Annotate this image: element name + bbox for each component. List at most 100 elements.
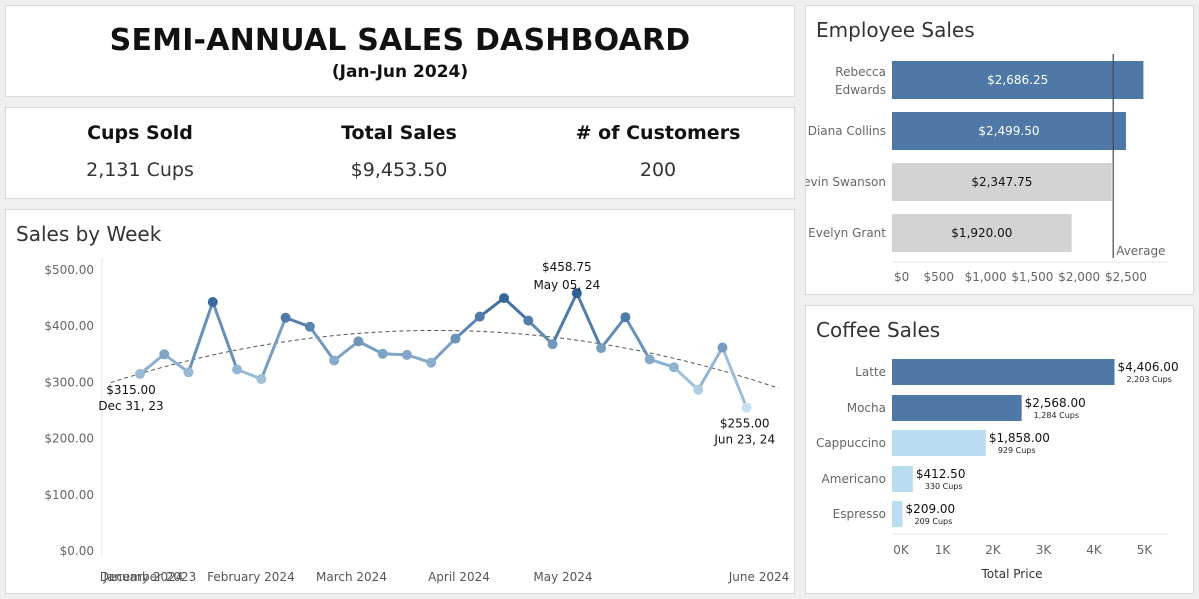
kpi-value: $9,453.50 — [350, 159, 448, 181]
annotation-value: $315.00 — [106, 383, 156, 397]
coffee-name: Americano — [822, 472, 886, 486]
data-point — [474, 311, 485, 322]
coffee-name: Mocha — [847, 401, 886, 415]
employee-bar-label: $2,686.25 — [987, 73, 1048, 87]
coffee-name: Latte — [855, 365, 886, 379]
employee-sales-panel: Employee Sales $2,686.25 Rebecca Edwards $2… — [805, 5, 1194, 295]
coffee-sales-chart: Latte $4,406.002,203 Cups Mocha $2,568.001,… — [816, 359, 1179, 581]
line-segment — [551, 291, 579, 346]
employee-bar-label: $2,347.75 — [971, 175, 1032, 189]
coffee-sales-panel: Coffee Sales Latte $4,406.00 2,203 Cups Moc… — [805, 305, 1194, 594]
coffee-cups-label: 2,203 Cups — [1127, 375, 1172, 384]
line-segment — [187, 300, 215, 374]
data-point — [207, 297, 218, 308]
line-segment — [259, 316, 288, 381]
x-month-label: June 2024 — [728, 570, 790, 584]
employee-name: Rebecca — [835, 65, 886, 79]
line-segment — [429, 337, 457, 365]
kpi-label: Cups Sold — [87, 122, 193, 144]
dashboard-title: SEMI-ANNUAL SALES DASHBOARD — [109, 23, 691, 58]
data-point — [644, 354, 655, 365]
y-tick-label: $500.00 — [44, 263, 94, 277]
y-tick-label: $200.00 — [44, 432, 94, 446]
data-point — [377, 348, 388, 359]
coffee-cups-label: 209 Cups — [915, 517, 953, 526]
line-segment — [526, 319, 555, 346]
line-segment — [211, 300, 239, 371]
x-tick-label: $2,000 — [1058, 270, 1100, 284]
x-axis-title: Total Price — [980, 567, 1042, 581]
data-point — [717, 342, 728, 353]
coffee-bar — [892, 395, 1022, 421]
kpi-label: # of Customers — [575, 122, 741, 144]
annotation-date: Jun 23, 24 — [713, 433, 775, 447]
data-point — [280, 312, 291, 323]
x-tick-label: 3K — [1036, 543, 1053, 557]
kpi-cups-sold: Cups Sold 2,131 Cups — [10, 122, 270, 181]
data-point — [426, 357, 437, 368]
data-point — [523, 315, 534, 326]
x-tick-label: 0K — [893, 543, 910, 557]
data-point — [159, 349, 170, 360]
kpi-panel: Cups Sold 2,131 Cups Total Sales $9,453.… — [5, 107, 795, 199]
x-tick-label: 2K — [985, 543, 1002, 557]
coffee-cups-label: 330 Cups — [925, 482, 963, 491]
data-point — [304, 321, 315, 332]
kpi-total-sales: Total Sales $9,453.50 — [269, 122, 529, 181]
employee-name: Evelyn Grant — [808, 226, 886, 240]
sales-by-week-chart: $0.00 $100.00 $200.00 $300.00 $400.00 $500.00… — [44, 258, 790, 584]
x-month-label: March 2024 — [316, 570, 387, 584]
employee-bar-label: $1,920.00 — [951, 226, 1012, 240]
coffee-value-label: $209.00 — [906, 502, 956, 516]
employee-bar-label: $2,499.50 — [978, 124, 1039, 138]
kpi-customers: # of Customers 200 — [528, 122, 788, 181]
coffee-name: Cappuccino — [816, 436, 886, 450]
x-tick-label: $1,000 — [965, 270, 1007, 284]
coffee-bar — [892, 359, 1115, 385]
kpi-value: 2,131 Cups — [86, 159, 194, 181]
data-point — [353, 336, 364, 347]
y-tick-label: $100.00 — [44, 488, 94, 502]
data-point — [499, 293, 510, 304]
coffee-bar — [892, 466, 913, 492]
x-tick-label: 4K — [1086, 543, 1103, 557]
coffee-value-label: $2,568.00 — [1025, 396, 1086, 410]
x-month-label: February 2024 — [207, 570, 295, 584]
y-tick-label: $400.00 — [44, 319, 94, 333]
coffee-value-label: $1,858.00 — [989, 431, 1050, 445]
annotation-value: $458.75 — [542, 260, 592, 274]
x-tick-label: $500 — [924, 270, 955, 284]
sales-by-week-panel: Sales by Week $0.00 $100.00 $200.00 $300.00… — [5, 209, 795, 594]
kpi-label: Total Sales — [341, 122, 457, 144]
data-point — [741, 402, 752, 413]
employee-name: Edwards — [835, 83, 886, 97]
kpi-value: 200 — [639, 159, 677, 181]
data-point — [183, 367, 194, 378]
x-tick-label: $0 — [894, 270, 909, 284]
data-point — [547, 339, 558, 350]
line-segment — [696, 346, 724, 392]
data-point — [693, 384, 704, 395]
x-tick-label: 1K — [935, 543, 952, 557]
x-tick-label: $1,500 — [1011, 270, 1053, 284]
data-point — [450, 333, 461, 344]
annotation-date: May 05, 24 — [533, 278, 600, 292]
x-tick-label: $2,500 — [1105, 270, 1147, 284]
x-month-label: April 2024 — [428, 570, 490, 584]
line-segment — [623, 315, 652, 361]
coffee-name: Espresso — [833, 507, 886, 521]
trend-line — [110, 330, 779, 389]
data-point — [596, 343, 607, 354]
line-segment — [720, 346, 749, 410]
coffee-value-label: $412.50 — [916, 467, 966, 481]
line-segment — [599, 315, 627, 350]
average-label: Average — [1116, 244, 1165, 258]
employee-sales-chart: $2,686.25 Rebecca Edwards $2,499.50 Diana Co… — [806, 54, 1168, 284]
line-segment — [308, 325, 336, 362]
y-tick-label: $0.00 — [60, 544, 94, 558]
dashboard-subtitle: (Jan-Jun 2024) — [331, 62, 469, 82]
y-tick-label: $300.00 — [44, 375, 94, 389]
annotation-value: $255.00 — [720, 417, 770, 431]
coffee-value-label: $4,406.00 — [1118, 360, 1179, 374]
x-month-label: January 2024 — [103, 570, 184, 584]
